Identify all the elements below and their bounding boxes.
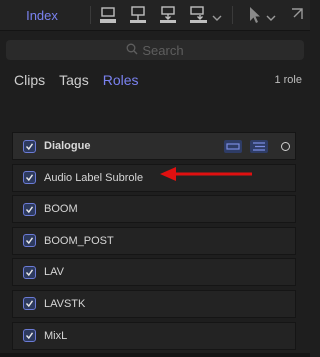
- select-tool-icon[interactable]: [244, 5, 266, 25]
- search-field[interactable]: Search: [6, 40, 304, 60]
- subrole-label: MixL: [44, 329, 68, 342]
- clip-overwrite-icon[interactable]: [98, 5, 120, 25]
- checkmark-icon: [25, 237, 34, 245]
- checkmark-icon: [25, 300, 34, 308]
- role-row-dialogue[interactable]: Dialogue: [12, 132, 296, 160]
- list-item[interactable]: LAVSTK: [12, 289, 296, 318]
- index-tabs: Clips Tags Roles: [14, 72, 139, 88]
- tab-tags[interactable]: Tags: [59, 72, 89, 88]
- checkmark-icon: [25, 174, 34, 182]
- checkmark-icon: [25, 142, 34, 150]
- role-focus-circle[interactable]: [281, 142, 290, 151]
- checkmark-icon: [25, 332, 34, 340]
- role-checkbox[interactable]: [23, 139, 36, 153]
- subrole-checkbox[interactable]: [23, 265, 36, 279]
- subrole-checkbox[interactable]: [23, 202, 36, 216]
- subrole-checkbox[interactable]: [23, 171, 36, 185]
- list-item[interactable]: BOOM: [12, 195, 296, 224]
- subrole-label: Audio Label Subrole: [44, 171, 144, 184]
- search-icon: [126, 43, 138, 58]
- annotation-arrow-icon: [158, 166, 254, 187]
- subrole-checkbox[interactable]: [23, 329, 36, 343]
- index-tab[interactable]: Index: [0, 0, 84, 30]
- subrole-label: LAVSTK: [44, 297, 86, 310]
- toolbar: Index: [0, 0, 310, 31]
- search-placeholder: Search: [142, 42, 184, 58]
- list-item[interactable]: BOOM_POST: [12, 226, 296, 255]
- list-item[interactable]: MixL: [12, 321, 296, 350]
- tab-roles[interactable]: Roles: [103, 72, 139, 88]
- fullscreen-icon[interactable]: [286, 5, 308, 25]
- checkmark-icon: [25, 206, 34, 213]
- subrole-label: BOOM: [44, 203, 78, 216]
- clip-connect-icon[interactable]: [128, 5, 150, 25]
- clip-append-icon[interactable]: [188, 5, 210, 25]
- role-label: Dialogue: [44, 140, 91, 152]
- panel-bottom-edge: [0, 353, 310, 357]
- subrole-checkbox[interactable]: [23, 297, 36, 311]
- subrole-lanes-icon[interactable]: [249, 139, 269, 154]
- checkmark-icon: [25, 269, 34, 276]
- chevron-down-icon[interactable]: [212, 9, 222, 27]
- subrole-checkbox[interactable]: [23, 234, 36, 248]
- list-item[interactable]: LAV: [12, 258, 296, 287]
- subrole-label: LAV: [44, 266, 64, 279]
- role-count: 1 role: [274, 74, 302, 86]
- toolbar-divider: [232, 6, 233, 24]
- chevron-down-icon[interactable]: [266, 9, 276, 27]
- toolbar-divider: [90, 6, 91, 24]
- subrole-label: BOOM_POST: [44, 234, 114, 247]
- lane-view-icon[interactable]: [223, 139, 243, 154]
- tab-clips[interactable]: Clips: [14, 72, 45, 88]
- clip-insert-icon[interactable]: [158, 5, 180, 25]
